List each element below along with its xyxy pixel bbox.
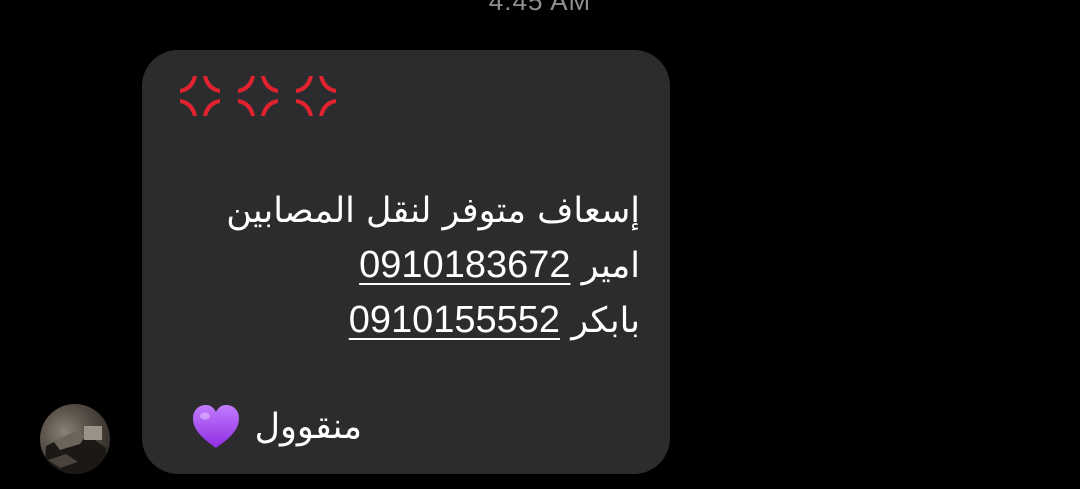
message-line-ambulance: إسعاف متوفر لنقل المصابين xyxy=(226,191,640,231)
message-signoff: منقوول xyxy=(191,404,362,450)
message-timestamp: 4:45 AM xyxy=(488,0,592,16)
anger-icon xyxy=(180,76,220,116)
purple-heart-icon xyxy=(192,405,239,448)
emoji-row xyxy=(176,72,340,120)
phone-link-amir[interactable]: 0910183672 xyxy=(359,244,570,286)
avatar-photo xyxy=(44,426,106,474)
message-line-contact-amir: امير 0910183672 xyxy=(170,238,640,293)
message-text: إسعاف متوفر لنقل المصابين امير 091018367… xyxy=(170,184,640,348)
contact-name-amir: امير xyxy=(581,246,640,286)
anger-icon xyxy=(238,76,278,116)
phone-link-babiker[interactable]: 0910155552 xyxy=(349,299,560,341)
anger-icon xyxy=(296,76,336,116)
message-bubble[interactable]: إسعاف متوفر لنقل المصابين امير 091018367… xyxy=(142,50,670,474)
sender-avatar[interactable] xyxy=(40,404,110,474)
signoff-text: منقوول xyxy=(254,407,362,447)
contact-name-babiker: بابكر xyxy=(571,301,640,341)
message-line-contact-babiker: بابكر 0910155552 xyxy=(170,293,640,348)
